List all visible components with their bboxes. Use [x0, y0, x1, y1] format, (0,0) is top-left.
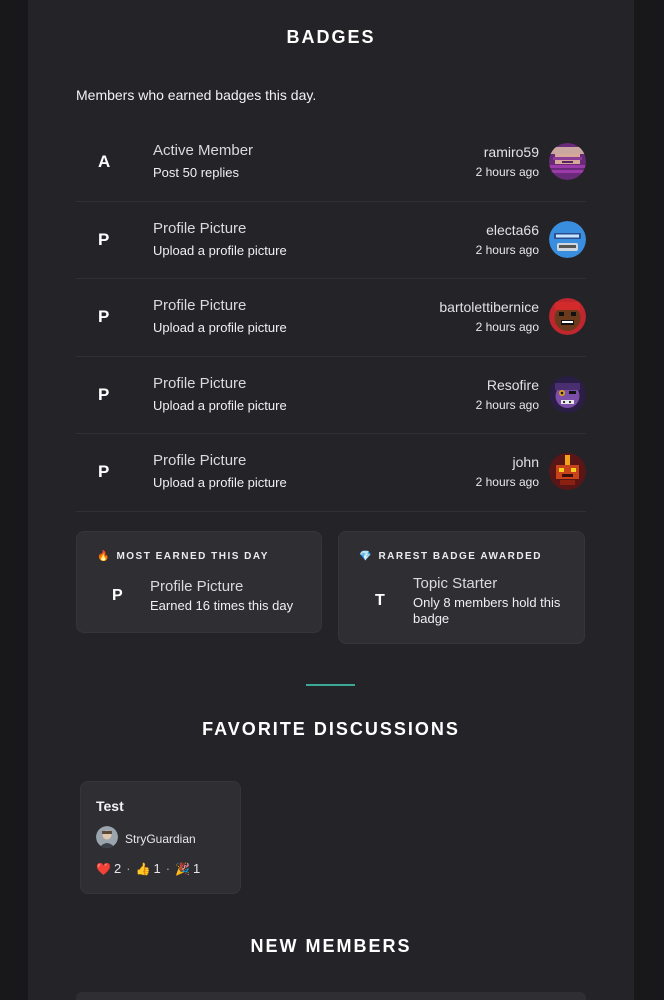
- user-name-link[interactable]: bartolettibernice: [439, 299, 539, 315]
- user-name-link[interactable]: ramiro59: [484, 144, 539, 160]
- badge-row[interactable]: P Profile Picture Upload a profile pictu…: [76, 434, 586, 512]
- earned-time: 2 hours ago: [475, 165, 539, 179]
- avatar[interactable]: [549, 375, 586, 413]
- fire-icon: 🔥: [97, 551, 110, 562]
- badge-row[interactable]: P Profile Picture Upload a profile pictu…: [76, 357, 586, 434]
- badge-letter: P: [112, 587, 123, 604]
- heart-emoji-icon: ❤️: [96, 861, 111, 876]
- badge-name[interactable]: Profile Picture: [150, 578, 243, 595]
- earned-time: 2 hours ago: [475, 320, 539, 334]
- rarest-badge-card[interactable]: 💎 RAREST BADGE AWARDED T Topic Starter O…: [338, 531, 585, 644]
- badge-list: A Active Member Post 50 replies ramiro59…: [76, 124, 586, 512]
- badge-row[interactable]: A Active Member Post 50 replies ramiro59…: [76, 124, 586, 202]
- badge-description: Post 50 replies: [153, 165, 239, 180]
- badge-description: Upload a profile picture: [153, 320, 287, 335]
- discussion-author[interactable]: StryGuardian: [125, 832, 196, 846]
- badges-heading: BADGES: [286, 27, 376, 47]
- badge-name[interactable]: Profile Picture: [153, 375, 246, 392]
- badge-letter: P: [98, 229, 110, 249]
- badge-description: Upload a profile picture: [153, 475, 287, 490]
- rarest-badge-heading: 💎 RAREST BADGE AWARDED: [359, 551, 542, 562]
- thumbs-up-emoji-icon: 👍: [135, 861, 151, 876]
- badge-row[interactable]: P Profile Picture Upload a profile pictu…: [76, 202, 586, 279]
- badge-description: Upload a profile picture: [153, 242, 287, 258]
- user-name-link[interactable]: electa66: [486, 222, 539, 238]
- party-popper-emoji-icon: 🎉: [175, 861, 191, 876]
- gem-icon: 💎: [359, 551, 372, 562]
- badge-letter: A: [98, 152, 111, 172]
- discussion-card[interactable]: Test StryGuardian ❤️ 2 · 👍 1 · 🎉 1: [80, 781, 241, 894]
- most-earned-card[interactable]: 🔥 MOST EARNED THIS DAY P Profile Picture…: [76, 531, 322, 633]
- reactions-bar: ❤️ 2 · 👍 1 · 🎉 1: [96, 861, 200, 876]
- discussion-title[interactable]: Test: [96, 798, 124, 814]
- avatar[interactable]: [549, 143, 586, 180]
- content-panel: BADGES Members who earned badges this da…: [28, 0, 634, 1000]
- earned-time: 2 hours ago: [475, 397, 539, 412]
- badge-row[interactable]: P Profile Picture Upload a profile pictu…: [76, 279, 586, 357]
- reaction-count: 1: [193, 861, 201, 876]
- separator: ·: [165, 861, 171, 876]
- badge-earned-count: Earned 16 times this day: [150, 598, 294, 613]
- avatar[interactable]: [549, 298, 586, 335]
- author-avatar[interactable]: [96, 826, 118, 848]
- badges-intro: Members who earned badges this day.: [76, 87, 317, 103]
- most-earned-label: MOST EARNED THIS DAY: [116, 551, 269, 562]
- rarest-badge-label: RAREST BADGE AWARDED: [378, 551, 542, 562]
- reaction-count: 2: [113, 861, 122, 876]
- separator: ·: [126, 861, 131, 876]
- section-divider: [306, 684, 355, 686]
- earned-time: 2 hours ago: [475, 242, 539, 257]
- most-earned-heading: 🔥 MOST EARNED THIS DAY: [97, 551, 269, 562]
- badge-description: Upload a profile picture: [153, 397, 287, 413]
- badge-letter: T: [375, 592, 385, 609]
- new-members-heading: NEW MEMBERS: [250, 936, 412, 956]
- user-name-link[interactable]: john: [513, 454, 539, 470]
- badge-name[interactable]: Active Member: [153, 142, 253, 159]
- badge-letter: P: [98, 384, 110, 404]
- reaction-count: 1: [153, 861, 161, 876]
- badge-letter: P: [98, 307, 110, 327]
- earned-time: 2 hours ago: [475, 475, 539, 489]
- badge-name[interactable]: Profile Picture: [153, 452, 246, 469]
- favorite-discussions-heading: FAVORITE DISCUSSIONS: [202, 719, 460, 739]
- badge-letter: P: [98, 462, 110, 482]
- badge-name[interactable]: Topic Starter: [413, 575, 497, 592]
- badge-rarity-info: Only 8 members hold this badge: [413, 595, 561, 626]
- badge-name[interactable]: Profile Picture: [153, 297, 246, 314]
- user-name-link[interactable]: Resofire: [487, 377, 539, 393]
- new-members-list: [76, 992, 586, 1000]
- avatar[interactable]: [549, 453, 586, 490]
- badge-name[interactable]: Profile Picture: [153, 220, 246, 237]
- avatar[interactable]: [549, 220, 586, 258]
